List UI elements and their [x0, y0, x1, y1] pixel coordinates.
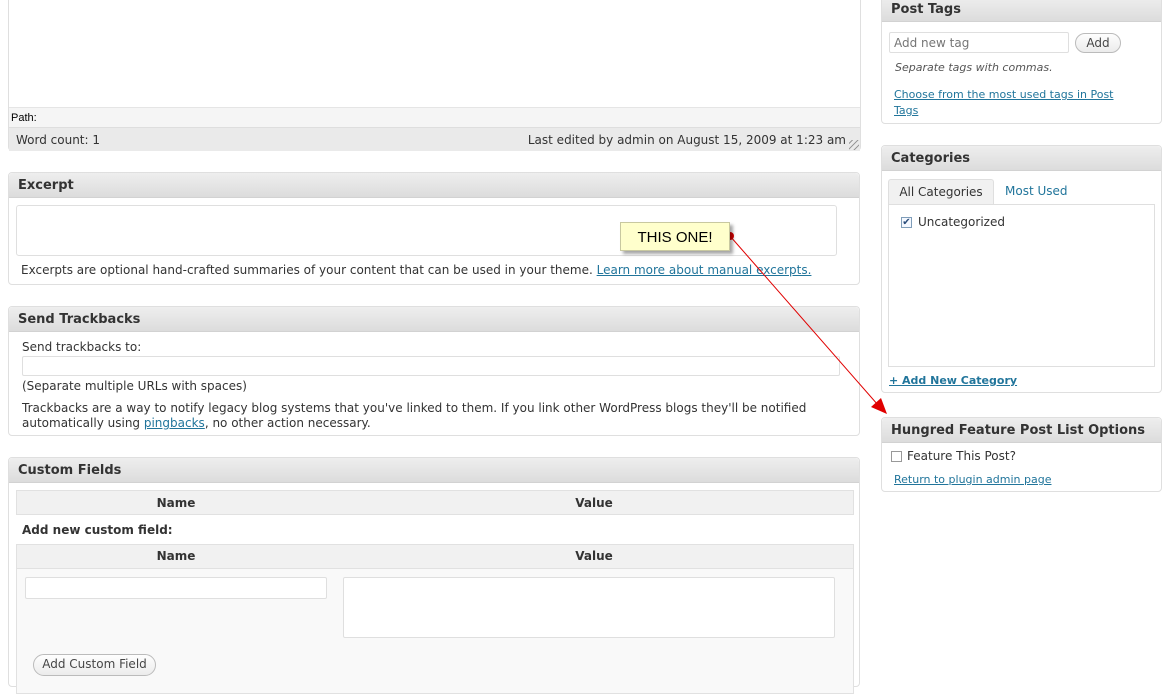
annotation-callout: THIS ONE! [620, 222, 730, 251]
trackbacks-hint: (Separate multiple URLs with spaces) [22, 379, 247, 393]
add-new-category-link[interactable]: + Add New Category [889, 374, 1017, 387]
trackbacks-description: Trackbacks are a way to notify legacy bl… [22, 401, 842, 431]
category-list: ✔ Uncategorized [888, 204, 1155, 367]
hungred-options-title[interactable]: Hungred Feature Post List Options [882, 418, 1161, 443]
new-field-header-row: Name Value [17, 545, 853, 569]
post-tags-title[interactable]: Post Tags [882, 0, 1161, 22]
trackbacks-input[interactable] [22, 356, 840, 376]
post-tags-box: Post Tags Add Separate tags with commas.… [881, 0, 1162, 124]
custom-fields-header-row: Name Value [16, 490, 854, 515]
category-checkbox-uncategorized[interactable]: ✔ [901, 217, 912, 228]
word-count: Word count: 1 [16, 133, 101, 147]
categories-title[interactable]: Categories [882, 146, 1161, 171]
custom-fields-box: Custom Fields Name Value Add new custom … [8, 457, 860, 694]
learn-more-excerpts-link[interactable]: Learn more about manual excerpts. [597, 263, 812, 277]
pingbacks-link[interactable]: pingbacks [144, 416, 205, 430]
custom-fields-title[interactable]: Custom Fields [9, 458, 859, 483]
return-to-plugin-admin-link[interactable]: Return to plugin admin page [894, 473, 1052, 486]
trackbacks-label: Send trackbacks to: [22, 340, 142, 354]
editor-path-bar: Path: [9, 107, 860, 127]
editor-panel: Path: Word count: 1 Last edited by admin… [8, 0, 861, 151]
choose-most-used-tags-link[interactable]: Choose from the most used tags in Post T… [894, 87, 1139, 119]
add-tag-button[interactable]: Add [1075, 33, 1121, 53]
excerpt-help: Excerpts are optional hand-crafted summa… [21, 263, 811, 277]
categories-box: Categories All Categories Most Used ✔ Un… [881, 145, 1162, 393]
trackbacks-title[interactable]: Send Trackbacks [9, 307, 859, 332]
new-column-name-header: Name [156, 549, 196, 563]
tab-most-used[interactable]: Most Used [1005, 179, 1068, 203]
trackbacks-desc-text: Trackbacks are a way to notify legacy bl… [22, 401, 807, 430]
editor-content-area[interactable] [9, 0, 860, 107]
trackbacks-desc-tail: , no other action necessary. [204, 416, 371, 430]
trackbacks-box: Send Trackbacks Send trackbacks to: (Sep… [8, 306, 860, 436]
editor-status-bar: Word count: 1 Last edited by admin on Au… [9, 127, 860, 151]
excerpt-box: Excerpt Excerpts are optional hand-craft… [8, 172, 860, 285]
hungred-options-box: Hungred Feature Post List Options Featur… [881, 417, 1162, 492]
new-column-value-header: Value [575, 549, 613, 563]
custom-field-value-textarea[interactable] [343, 577, 835, 638]
excerpt-help-text: Excerpts are optional hand-crafted summa… [21, 263, 593, 277]
resize-handle-icon[interactable] [849, 140, 859, 150]
new-custom-field-table: Name Value Add Custom Field [16, 544, 854, 694]
tags-hint: Separate tags with commas. [895, 61, 1053, 74]
column-name-header: Name [156, 496, 196, 510]
new-tag-input[interactable] [889, 32, 1069, 53]
excerpt-title[interactable]: Excerpt [9, 173, 859, 198]
category-label-uncategorized: Uncategorized [918, 215, 1005, 229]
annotation-arrowhead-icon [871, 398, 887, 414]
path-label: Path: [11, 112, 37, 124]
column-value-header: Value [575, 496, 613, 510]
last-edited: Last edited by admin on August 15, 2009 … [527, 133, 846, 147]
tab-all-categories[interactable]: All Categories [888, 179, 994, 204]
add-custom-field-button[interactable]: Add Custom Field [33, 654, 156, 676]
custom-field-name-input[interactable] [25, 577, 327, 599]
feature-post-label: Feature This Post? [907, 449, 1016, 463]
add-new-custom-field-label: Add new custom field: [22, 523, 173, 537]
feature-post-checkbox[interactable] [891, 451, 902, 462]
